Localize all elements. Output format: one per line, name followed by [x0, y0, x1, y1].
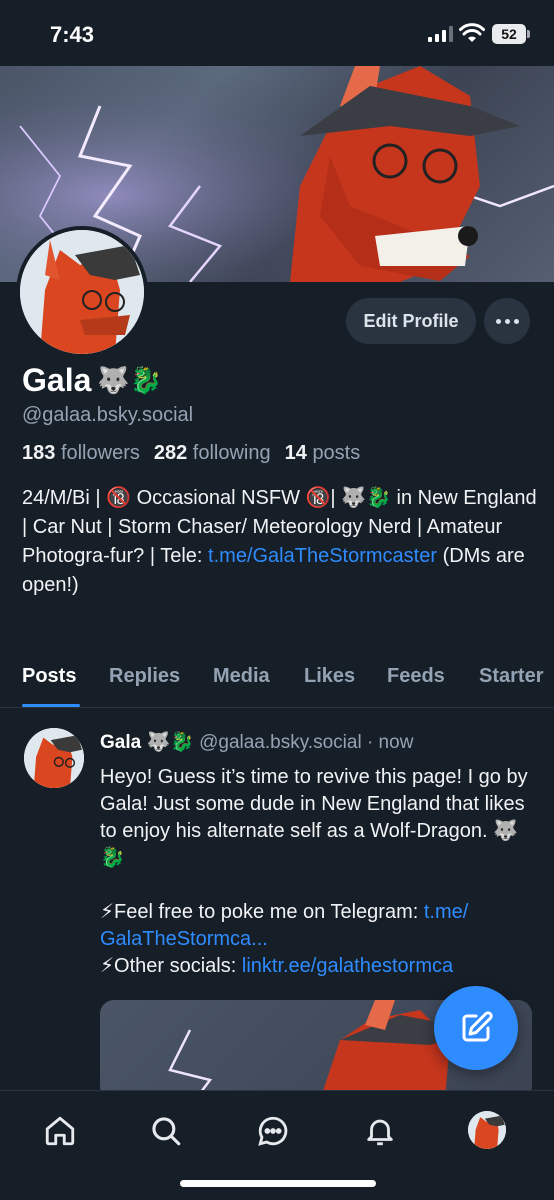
- tab-feeds[interactable]: Feeds: [387, 665, 445, 688]
- signal-icon: [428, 26, 453, 42]
- profile-handle: @galaa.bsky.social: [22, 404, 194, 426]
- post-text-intro: Heyo! Guess it’s time to revive this pag…: [100, 766, 528, 869]
- tab-posts[interactable]: Posts: [22, 665, 76, 688]
- tab-replies[interactable]: Replies: [109, 665, 180, 688]
- status-time: 7:43: [50, 22, 95, 47]
- post-author-emoji: 🐺🐉: [146, 732, 194, 753]
- battery-icon: 52: [492, 24, 530, 44]
- chat-icon: [258, 1116, 288, 1146]
- post-author-handle[interactable]: @galaa.bsky.social: [199, 732, 362, 753]
- profile-name-row: Gala 🐺🐉: [22, 362, 162, 399]
- more-dot-icon: [513, 318, 519, 324]
- post-body[interactable]: Heyo! Guess it’s time to revive this pag…: [100, 764, 540, 980]
- post-text-socials: ⚡Other socials: linktr.ee/galathestormca: [100, 955, 454, 977]
- profile-tabs: Posts Replies Media Likes Feeds Starter: [0, 660, 554, 708]
- more-dot-icon: [504, 318, 510, 324]
- edit-profile-button[interactable]: Edit Profile: [346, 298, 476, 344]
- bell-icon: [367, 1119, 393, 1146]
- posts-stat: 14 posts: [284, 442, 361, 464]
- nav-notifications[interactable]: [360, 1111, 400, 1151]
- post-avatar-artwork: [24, 728, 84, 788]
- profile-avatar[interactable]: [16, 226, 148, 358]
- profile-bio: 24/M/Bi | 🔞 Occasional NSFW 🔞| 🐺🐉 in New…: [22, 487, 537, 596]
- nav-home[interactable]: [40, 1111, 80, 1151]
- post-author-avatar[interactable]: [24, 728, 84, 788]
- profile-name-emoji: 🐺🐉: [97, 365, 163, 395]
- followers-stat[interactable]: 183 followers: [22, 442, 140, 465]
- tab-starter[interactable]: Starter: [479, 665, 543, 688]
- nav-chat[interactable]: [253, 1111, 293, 1151]
- profile-stats: 183 followers 282 following 14 posts: [22, 442, 360, 465]
- post-author-name[interactable]: Gala: [100, 732, 141, 753]
- home-icon: [45, 1116, 75, 1146]
- avatar-artwork: [20, 230, 144, 354]
- search-icon: [152, 1117, 181, 1146]
- bio-telegram-link[interactable]: t.me/GalaTheStormcaster: [208, 545, 437, 567]
- post-linktree-link[interactable]: linktr.ee/galathestormca: [242, 955, 453, 977]
- following-stat[interactable]: 282 following: [154, 442, 271, 465]
- compose-icon: [462, 1011, 493, 1042]
- nav-profile-avatar[interactable]: [468, 1111, 506, 1149]
- more-options-button[interactable]: [484, 298, 530, 344]
- profile-name: Gala: [22, 362, 92, 398]
- nav-avatar-artwork: [468, 1111, 506, 1149]
- post-text-telegram: ⚡Feel free to poke me on Telegram: t.me/…: [100, 901, 469, 950]
- more-dot-icon: [495, 318, 501, 324]
- wifi-icon: [459, 23, 485, 42]
- post-time: · now: [366, 732, 414, 753]
- post-header: Gala 🐺🐉 @galaa.bsky.social · now: [100, 730, 413, 754]
- tab-likes[interactable]: Likes: [304, 665, 355, 688]
- status-bar: 7:43 52: [0, 0, 554, 66]
- home-indicator[interactable]: [180, 1180, 376, 1187]
- active-tab-indicator: [22, 704, 80, 707]
- tab-media[interactable]: Media: [213, 665, 270, 688]
- nav-search[interactable]: [146, 1111, 186, 1151]
- compose-button[interactable]: [434, 986, 518, 1070]
